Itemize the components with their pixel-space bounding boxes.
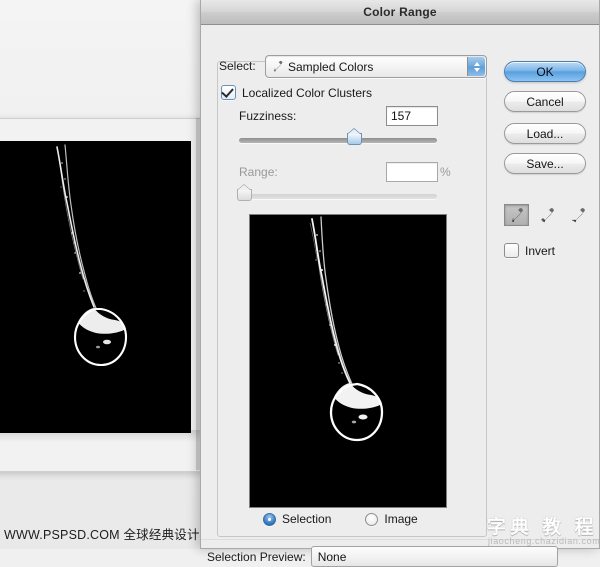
chevron-updown-icon[interactable] [467,57,485,76]
selection-preview-row: Selection Preview: None [207,546,558,567]
eyedropper-tool-group [504,202,596,228]
selection-preview-value: None [317,549,347,564]
eyedropper-minus-icon [572,207,585,222]
load-button[interactable]: Load... [504,123,586,144]
selection-preview-dropdown[interactable]: None [310,546,558,567]
localized-color-clusters-row[interactable]: Localized Color Clusters [221,85,372,100]
invert-label: Invert [525,243,556,258]
fuzziness-value: 157 [391,109,412,123]
invert-checkbox[interactable] [504,243,519,258]
image-radio-label: Image [384,512,418,526]
localized-color-clusters-label: Localized Color Clusters [242,85,373,100]
document-window-bottom-shadow [0,430,206,442]
fuzziness-slider-thumb[interactable] [347,128,362,145]
dialog-body: Select: Sampled Colors Localized Color C… [201,25,599,567]
select-label: Select: [219,59,256,73]
fuzziness-label: Fuzziness: [239,109,297,123]
select-dropdown[interactable]: Sampled Colors [265,55,487,78]
range-slider-thumb [237,184,252,201]
ok-button[interactable]: OK [504,61,586,82]
bottom-divider [201,539,599,540]
document-window[interactable] [0,118,204,472]
image-radio[interactable] [365,512,379,526]
color-range-dialog[interactable]: Color Range Select: Sampled Colors Local… [200,0,600,567]
eyedropper-subtract-tool-button[interactable] [566,204,591,226]
preview-mode-row[interactable]: Selection Image [263,512,418,526]
fuzziness-input[interactable]: 157 [386,106,438,126]
color-range-preview[interactable] [249,214,447,508]
range-unit-label: % [440,165,451,179]
selection-radio-label: Selection [282,512,332,526]
document-canvas[interactable] [0,141,191,433]
eyedropper-icon [511,207,523,222]
preview-mask-image [250,215,446,507]
selection-radio[interactable] [263,512,276,526]
water-droplet-image [0,141,191,433]
range-label: Range: [239,165,278,179]
select-value: Sampled Colors [288,59,374,74]
eyedropper-add-tool-button[interactable] [535,204,560,226]
cancel-button[interactable]: Cancel [504,91,586,112]
eyedropper-plus-icon [541,207,554,222]
eyedropper-tool-button[interactable] [504,204,529,226]
localized-color-clusters-checkbox[interactable] [221,85,236,100]
save-button[interactable]: Save... [504,153,586,174]
range-input[interactable] [386,162,438,182]
selection-preview-label: Selection Preview: [207,549,306,564]
invert-row[interactable]: Invert [504,243,555,258]
range-slider-track [239,194,437,199]
dialog-button-column: OK Cancel Load... Save... [504,61,596,183]
dialog-titlebar[interactable]: Color Range [201,0,599,25]
eyedropper-icon [271,60,284,73]
select-row: Select: Sampled Colors [219,55,501,78]
fuzziness-slider-track[interactable] [239,138,437,143]
dialog-title: Color Range [363,5,437,19]
